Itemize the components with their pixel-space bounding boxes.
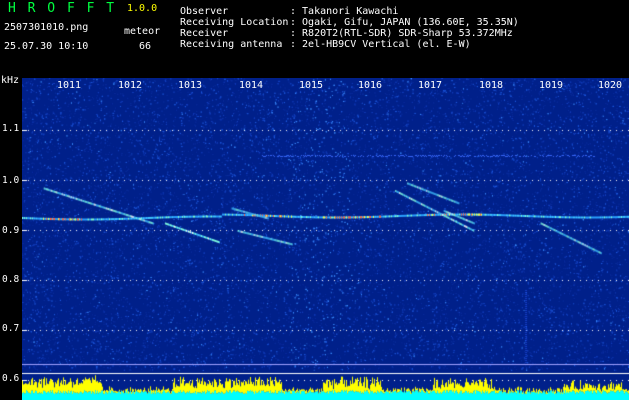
y-tick-label: 0.8 [2,274,20,285]
info-observer-label: Observer [180,6,229,17]
info-antenna-value: : 2el-HB9CV Vertical (el. E-W) [290,39,471,50]
x-tick-label: 1011 [57,80,82,91]
info-receiver-label: Receiver [180,28,229,39]
x-tick-label: 1020 [598,80,623,91]
mode-label: meteor [124,26,161,37]
y-tick-label: 0.6 [2,373,20,384]
info-observer-value: : Takanori Kawachi [290,6,399,17]
app-title: H R O F F T [8,1,117,16]
y-tick-label: 1.0 [2,175,20,186]
x-tick-label: 1017 [418,80,443,91]
y-tick-label: 1.1 [2,123,20,134]
date-time: 25.07.30 10:10 [4,41,89,52]
x-tick-label: 1012 [118,80,143,91]
x-tick-label: 1016 [358,80,383,91]
x-tick-label: 1019 [539,80,564,91]
x-tick-label: 1013 [178,80,203,91]
x-tick-label: 1014 [239,80,264,91]
spectrogram [22,78,629,400]
info-location-value: : Ogaki, Gifu, JAPAN (136.60E, 35.35N) [290,17,519,28]
file-name: 2507301010.png [4,22,89,33]
x-tick-label: 1018 [479,80,504,91]
info-antenna-label: Receiving antenna [180,39,283,50]
y-tick-label: 0.7 [2,323,20,334]
y-tick-label: 0.9 [2,225,20,236]
info-receiver-value: : R820T2(RTL-SDR) SDR-Sharp 53.372MHz [290,28,513,39]
info-location-label: Receiving Location [180,17,289,28]
mode-count: 66 [139,41,152,52]
x-tick-label: 1015 [299,80,324,91]
y-axis-label: kHz [1,75,20,86]
app-version: 1.0.0 [127,3,158,14]
